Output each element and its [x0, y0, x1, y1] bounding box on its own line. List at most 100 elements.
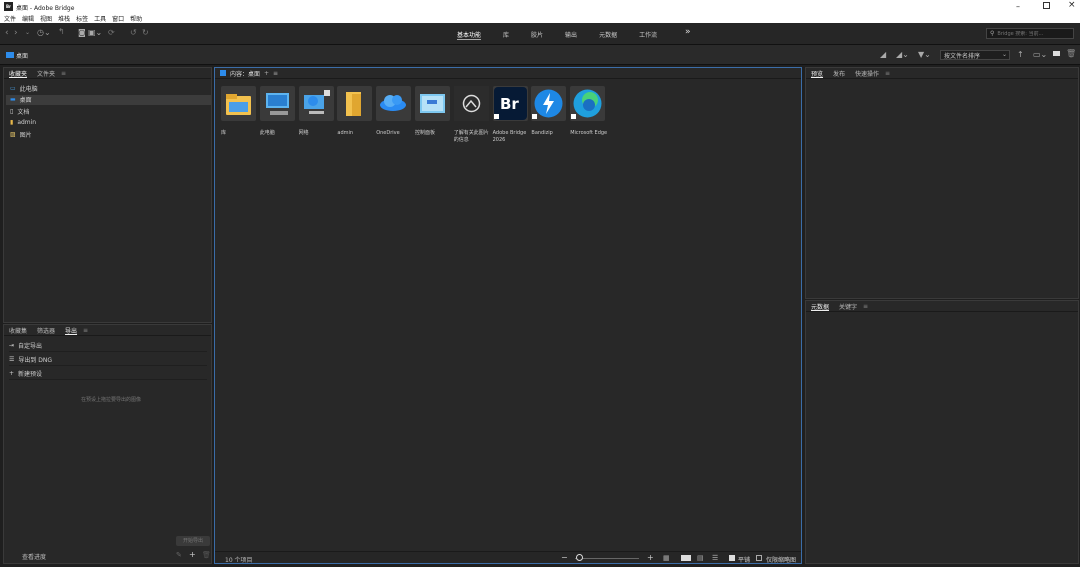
- menu-item[interactable]: 标签: [76, 14, 88, 23]
- cache-checkbox[interactable]: [756, 555, 762, 561]
- item-thumbnail[interactable]: [221, 86, 256, 121]
- item-label[interactable]: 控制面板: [415, 130, 453, 137]
- up-icon[interactable]: ↰: [58, 27, 65, 36]
- panel-tab[interactable]: 收藏夹: [9, 69, 27, 78]
- item-thumbnail[interactable]: [570, 86, 606, 121]
- workspace-tab[interactable]: 胶片: [531, 30, 543, 40]
- menu-item[interactable]: 编辑: [22, 14, 34, 23]
- zoom-out-icon[interactable]: −: [561, 553, 568, 562]
- zoom-in-icon[interactable]: +: [647, 553, 654, 562]
- tab-menu-icon[interactable]: ≡: [273, 70, 278, 77]
- item-label[interactable]: 网络: [299, 130, 337, 137]
- sort-direction-icon[interactable]: ↑: [1017, 50, 1024, 59]
- favorite-item[interactable]: ▨ 图片: [10, 129, 32, 139]
- flat-checkbox[interactable]: [729, 555, 735, 561]
- refine-icon[interactable]: ▣⌄: [88, 28, 102, 37]
- item-thumbnail[interactable]: [337, 86, 373, 121]
- tab-menu-icon[interactable]: ≡: [863, 303, 868, 310]
- workspace-tab[interactable]: 库: [503, 30, 509, 40]
- edit-icon[interactable]: ✎: [176, 551, 182, 559]
- add-icon[interactable]: +: [189, 550, 196, 559]
- open-with-icon[interactable]: ▭⌄: [1033, 50, 1047, 59]
- item-thumbnail[interactable]: [453, 86, 489, 121]
- delete-icon[interactable]: 🗑: [202, 551, 211, 559]
- export-preset[interactable]: ☰ 导出到 DNG: [9, 354, 207, 366]
- favorite-item[interactable]: ▮ admin: [10, 118, 36, 128]
- item-label[interactable]: admin: [337, 130, 375, 137]
- maximize-icon[interactable]: [1043, 2, 1050, 9]
- menu-item[interactable]: 堆栈: [58, 14, 70, 23]
- recent-icon[interactable]: ◷⌄: [37, 28, 51, 37]
- rating-filter-icon[interactable]: ◢⌄: [896, 50, 909, 59]
- more-workspaces-icon[interactable]: »: [685, 27, 691, 37]
- export-preset[interactable]: ⇥ 自定导出: [9, 340, 207, 352]
- item-thumbnail[interactable]: Br: [492, 86, 528, 121]
- menu-item[interactable]: 帮助: [130, 14, 142, 23]
- panel-tab[interactable]: 快速操作: [855, 69, 879, 78]
- menu-item[interactable]: 视图: [40, 14, 52, 23]
- quality-icon[interactable]: ◢: [880, 50, 886, 59]
- menu-item[interactable]: 工具: [94, 14, 106, 23]
- item-label[interactable]: Adobe Bridge 2026: [493, 130, 531, 144]
- chevron-down-icon[interactable]: ⌄: [25, 29, 30, 36]
- slider-handle[interactable]: [576, 554, 583, 561]
- panel-tab[interactable]: 文件夹: [37, 69, 55, 78]
- content-title[interactable]: 内容：桌面: [230, 69, 260, 78]
- panel-tab[interactable]: 预览: [811, 69, 823, 78]
- favorite-item[interactable]: ▬ 桌面: [6, 94, 211, 105]
- panel-tab[interactable]: 关键字: [839, 302, 857, 311]
- thumbnail-size-slider[interactable]: [575, 558, 639, 559]
- workspace-tab[interactable]: 基本功能: [457, 30, 482, 40]
- export-preset[interactable]: + 新建预设: [9, 368, 207, 380]
- menu-item[interactable]: 窗口: [112, 14, 124, 23]
- tab-menu-icon[interactable]: ≡: [61, 70, 66, 77]
- item-label[interactable]: OneDrive: [376, 130, 414, 137]
- close-icon[interactable]: ×: [1068, 0, 1076, 10]
- forward-icon[interactable]: ›: [14, 28, 18, 38]
- rotate-right-icon[interactable]: ↻: [142, 28, 149, 37]
- thumbnail-view-icon[interactable]: [681, 555, 691, 561]
- new-folder-icon[interactable]: [1053, 51, 1060, 56]
- list-view-icon[interactable]: ☰: [712, 554, 718, 562]
- item-thumbnail[interactable]: [259, 86, 295, 121]
- grid-lock-icon[interactable]: ▦: [663, 554, 670, 562]
- panel-tab[interactable]: 发布: [833, 69, 845, 78]
- delete-icon[interactable]: 🗑: [1066, 49, 1076, 58]
- item-label[interactable]: Microsoft Edge: [570, 130, 608, 137]
- sort-select[interactable]: 按文件名排序 ⌄: [940, 50, 1010, 60]
- panel-tab[interactable]: 导出: [65, 326, 77, 335]
- favorite-item[interactable]: ▯ 文档: [10, 106, 29, 116]
- workspace-tab[interactable]: 工作流: [639, 30, 657, 40]
- back-icon[interactable]: ‹: [5, 28, 9, 38]
- view-queue-link[interactable]: 查看进度: [22, 552, 46, 561]
- item-thumbnail[interactable]: [531, 86, 567, 121]
- item-label[interactable]: 了解有关此图片的信息: [454, 130, 492, 144]
- panel-tab[interactable]: 筛选器: [37, 326, 55, 335]
- item-thumbnail[interactable]: [376, 86, 412, 121]
- item-label[interactable]: 此电脑: [260, 130, 298, 137]
- rotate-left-icon[interactable]: ↺: [130, 28, 137, 37]
- computer-icon: ▭: [10, 84, 16, 92]
- tab-menu-icon[interactable]: ≡: [885, 70, 890, 77]
- open-recent-icon[interactable]: ⟳: [108, 28, 115, 37]
- item-label[interactable]: Bandizip: [531, 130, 569, 137]
- start-export-button[interactable]: 开始导出: [176, 536, 210, 546]
- item-thumbnail[interactable]: [415, 86, 450, 121]
- workspace-tab[interactable]: 输出: [565, 30, 577, 40]
- search-input[interactable]: [997, 30, 1068, 37]
- minimize-icon[interactable]: –: [1016, 2, 1020, 11]
- add-tab-icon[interactable]: +: [264, 70, 269, 77]
- details-view-icon[interactable]: ▤: [697, 554, 704, 562]
- workspace-tab[interactable]: 元数据: [599, 30, 617, 40]
- path-label[interactable]: 桌面: [16, 51, 28, 60]
- favorite-item[interactable]: ▭ 此电脑: [10, 83, 38, 93]
- panel-tab[interactable]: 元数据: [811, 302, 829, 311]
- item-thumbnail[interactable]: [298, 86, 334, 121]
- panel-tab[interactable]: 收藏集: [9, 326, 27, 335]
- camera-icon[interactable]: ◙: [78, 28, 86, 37]
- filter-icon[interactable]: ▼⌄: [918, 50, 931, 59]
- item-label[interactable]: 库: [221, 130, 259, 137]
- tab-menu-icon[interactable]: ≡: [83, 327, 88, 334]
- menu-item[interactable]: 文件: [4, 14, 16, 23]
- search-box[interactable]: ⚲: [986, 28, 1074, 39]
